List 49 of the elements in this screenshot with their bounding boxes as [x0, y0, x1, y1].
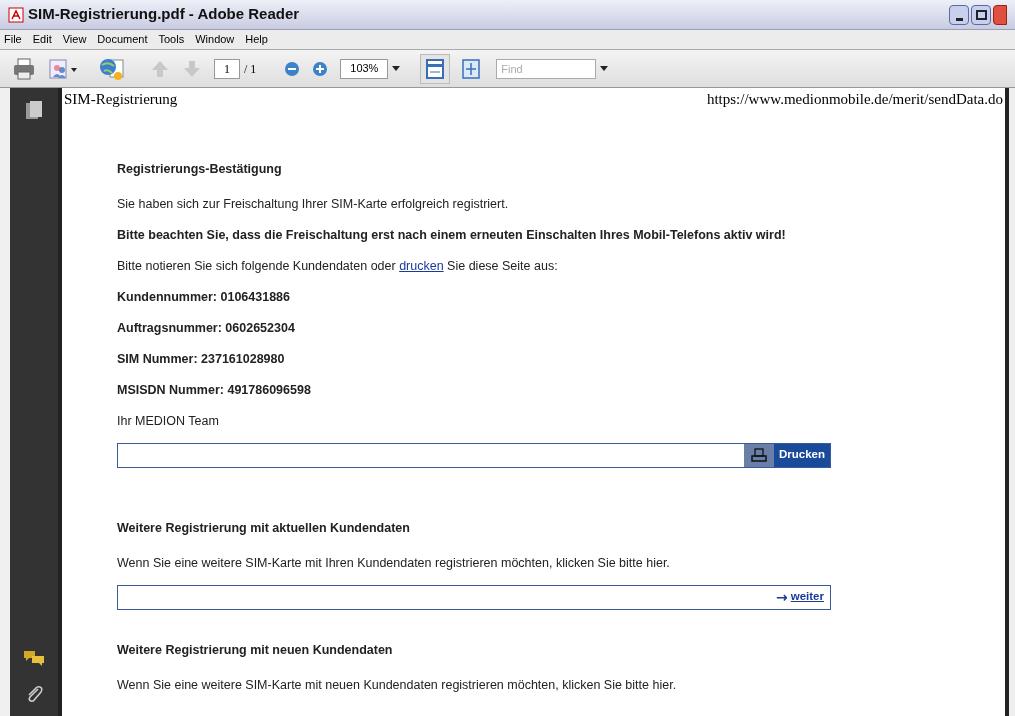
menu-item[interactable]: Document	[97, 31, 148, 48]
dropdown-caret-icon[interactable]	[600, 65, 609, 72]
globe-document-icon[interactable]	[98, 56, 126, 81]
fit-page-icon[interactable]	[462, 58, 481, 79]
section-heading: Weitere Registrierung mit aktuellen Kundendaten	[117, 520, 410, 538]
maximize-button[interactable]	[971, 4, 991, 25]
menu-item[interactable]: Tools	[158, 31, 185, 48]
page-total: / 1	[244, 60, 257, 78]
next-link[interactable]: weiter	[790, 588, 824, 606]
page-number-field[interactable]: 1	[214, 58, 240, 79]
dropdown-caret-icon[interactable]	[392, 65, 401, 72]
section-heading: Registrierungs-Bestätigung	[117, 161, 282, 179]
text-line: MSISDN Nummer: 491786096598	[117, 381, 311, 399]
pages-icon[interactable]	[25, 100, 43, 120]
text-line: Ihr MEDION Team	[117, 412, 219, 430]
text-line: SIM Nummer: 237161028980	[117, 350, 285, 368]
window-title: SIM-Registrierung.pdf - Adobe Reader	[28, 4, 300, 25]
text-line: Wenn Sie eine weitere SIM-Karte mit Ihren Kundendaten registrieren möchten, klicken Sie bitte hier.	[117, 554, 670, 572]
minimize-button[interactable]	[949, 4, 969, 25]
zoom-in-icon[interactable]	[312, 60, 329, 77]
paperclip-icon[interactable]	[25, 684, 43, 704]
section-heading: Weitere Registrierung mit neuen Kundendaten	[117, 642, 393, 660]
menu-item[interactable]: Edit	[32, 31, 52, 48]
find-field[interactable]: Find	[496, 58, 597, 79]
text-line: Auftragsnummer: 0602652304	[117, 319, 295, 337]
print-button[interactable]: Drucken	[743, 443, 830, 467]
page-header-url: https://www.medionmobile.de/merit/sendData.do	[706, 90, 1003, 109]
text-line: Sie diese Seite aus:	[446, 257, 558, 275]
text-line: Wenn Sie eine weitere SIM-Karte mit neuen Kundendaten registrieren möchten, klicken Sie bitte hier.	[117, 676, 677, 694]
comments-icon[interactable]	[23, 650, 45, 668]
collaborate-icon[interactable]	[48, 57, 78, 80]
page-header-title: SIM-Registrierung	[64, 90, 178, 109]
close-button[interactable]	[993, 4, 1007, 25]
arrow-icon: →	[776, 590, 788, 604]
zoom-field[interactable]: 103%	[340, 58, 389, 79]
print-link[interactable]: drucken	[399, 256, 444, 276]
text-line: Kundennummer: 0106431886	[117, 288, 290, 306]
print-icon[interactable]	[12, 57, 36, 80]
printer-icon	[750, 448, 767, 462]
menu-item[interactable]: View	[62, 31, 87, 48]
menu-item[interactable]: Help	[245, 31, 268, 48]
fit-width-button[interactable]	[420, 53, 451, 84]
pdf-icon	[8, 6, 24, 23]
menu-item[interactable]: File	[4, 31, 22, 48]
zoom-out-icon[interactable]	[284, 60, 301, 77]
menu-item[interactable]: Window	[195, 31, 235, 48]
text-line: Sie haben sich zur Freischaltung Ihrer SIM-Karte erfolgreich registriert.	[117, 195, 509, 213]
text-line: Bitte beachten Sie, dass die Freischaltung erst nach einem erneuten Einschalten Ihres Mobil-Telefons aktiv wird!	[117, 226, 786, 244]
text-line: Bitte notieren Sie sich folgende Kundendaten oder	[117, 257, 397, 275]
